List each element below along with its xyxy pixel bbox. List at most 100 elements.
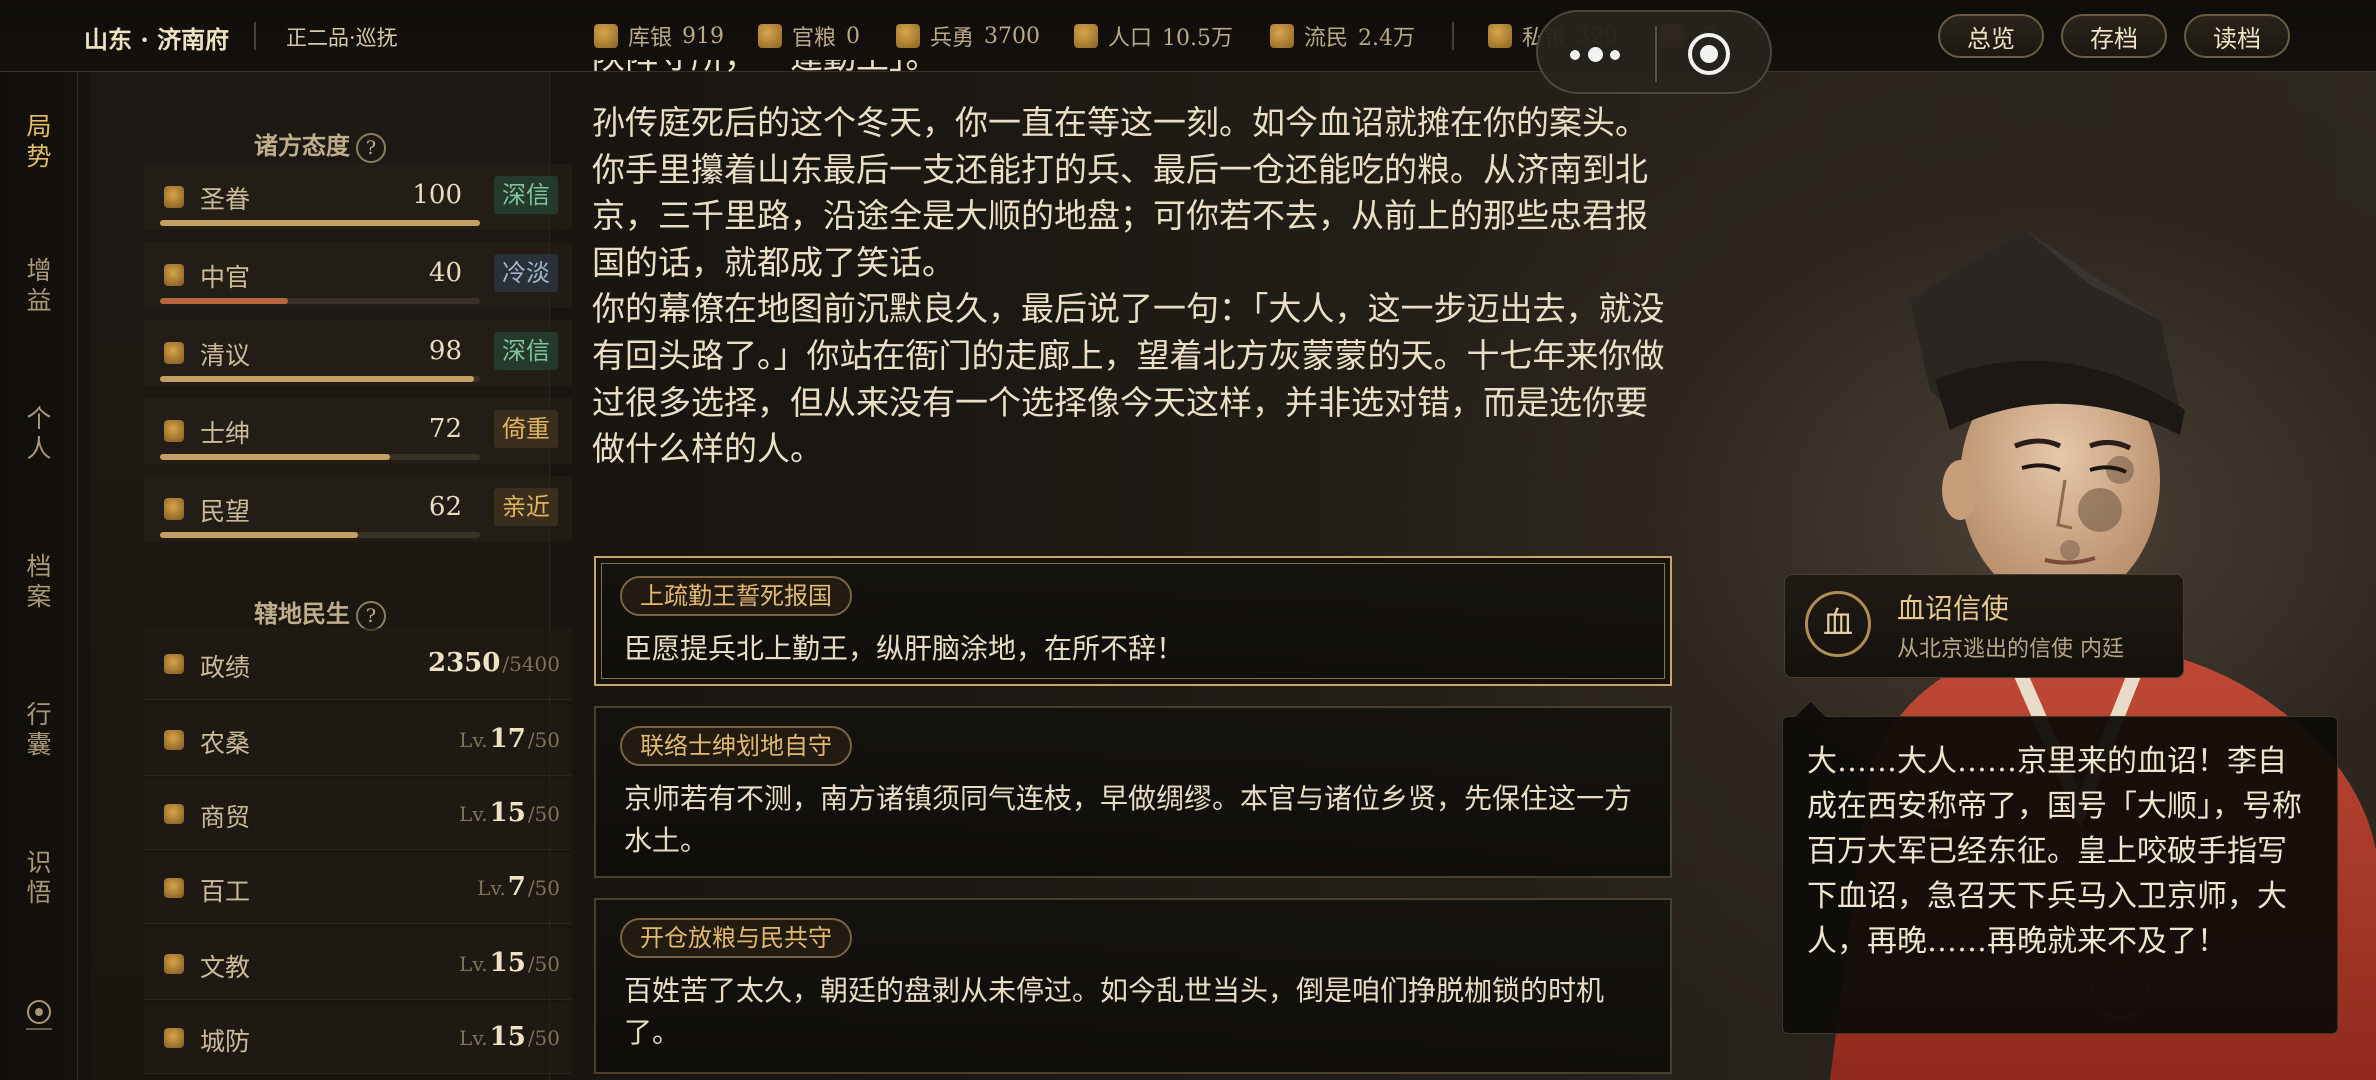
livelihood-name: 百工 xyxy=(200,877,251,906)
resource-silver[interactable]: 库银 919 xyxy=(594,21,724,51)
attitude-row[interactable]: 圣眷 100 深信 xyxy=(144,164,572,242)
livelihood-title: 辖地民生 xyxy=(254,599,350,628)
attitude-name: 民望 xyxy=(200,497,251,526)
level-prefix: Lv. xyxy=(459,952,488,976)
choice-card-2[interactable]: 联络士绅划地自守 京师若有不测，南方诸镇须同气连枝，早做绸缪。本官与诸位乡贤，先… xyxy=(594,706,1672,878)
attitude-row[interactable]: 民望 62 亲近 xyxy=(144,476,572,554)
save-button[interactable]: 存档 xyxy=(2061,14,2167,58)
faction-icon xyxy=(164,264,184,286)
divider xyxy=(254,22,256,50)
resource-soldiers[interactable]: 兵勇 3700 xyxy=(896,21,1040,51)
nav-label: 个人 xyxy=(26,404,52,463)
story-cut-text: 陕阵守所，一逢勤王」。 xyxy=(592,60,939,76)
nav-buffs[interactable]: 增益 xyxy=(0,256,78,316)
choice-card-3[interactable]: 开仓放粮与民共守 百姓苦了太久，朝廷的盘剥从未停过。如今乱世当头，倒是咱们挣脱枷… xyxy=(594,898,1672,1074)
resource-value: 10.5万 xyxy=(1162,26,1234,51)
level-max: /50 xyxy=(527,1026,560,1050)
resource-label: 官粮 xyxy=(792,26,837,51)
official-rank: 正二品·巡抚 xyxy=(286,26,398,50)
resource-refugees[interactable]: 流民 2.4万 xyxy=(1270,21,1415,51)
level-value: 15 xyxy=(489,1022,526,1052)
level-max: /5400 xyxy=(502,652,560,676)
livelihood-icon xyxy=(164,730,184,750)
livelihood-level: Lv.7/50 xyxy=(477,872,560,902)
livelihood-row[interactable]: 政绩 2350/5400 xyxy=(144,628,572,700)
livelihood-row[interactable]: 百工 Lv.7/50 xyxy=(144,852,572,924)
resource-label: 人口 xyxy=(1108,26,1153,51)
refugee-icon xyxy=(1270,24,1294,48)
silver-ingot-icon xyxy=(594,24,618,48)
attitude-status-badge: 深信 xyxy=(494,176,558,214)
livelihood-row[interactable]: 农桑 Lv.17/50 xyxy=(144,704,572,776)
attitude-value: 100 xyxy=(412,180,462,210)
faction-icon xyxy=(164,498,184,520)
nav-label: 档案 xyxy=(26,552,52,611)
level-prefix: Lv. xyxy=(459,802,488,826)
attitude-value: 98 xyxy=(428,336,462,366)
livelihood-row[interactable]: 商贸 Lv.15/50 xyxy=(144,778,572,850)
attitude-status-badge: 亲近 xyxy=(494,488,558,526)
attitude-value: 72 xyxy=(428,414,462,444)
nav-label: 增益 xyxy=(26,256,52,315)
load-button[interactable]: 读档 xyxy=(2184,14,2290,58)
attitude-name: 士绅 xyxy=(200,419,251,448)
livelihood-row[interactable]: 城防 Lv.15/50 xyxy=(144,1002,572,1074)
attitude-bar xyxy=(160,454,480,460)
choice-description: 百姓苦了太久，朝廷的盘剥从未停过。如今乱世当头，倒是咱们挣脱枷锁的时机了。 xyxy=(624,974,1605,1049)
overview-button[interactable]: 总览 xyxy=(1938,14,2044,58)
help-icon[interactable]: ? xyxy=(356,600,386,631)
close-target-icon[interactable] xyxy=(1688,33,1730,75)
choice-card-1[interactable]: 上疏勤王誓死报国 臣愿提兵北上勤王，纵肝脑涂地，在所不辞！ xyxy=(594,556,1672,686)
attitude-row[interactable]: 士绅 72 倚重 xyxy=(144,398,572,476)
attitude-row[interactable]: 清议 98 深信 xyxy=(144,320,572,398)
livelihood-level: 2350/5400 xyxy=(426,648,560,678)
faction-icon xyxy=(164,186,184,208)
level-prefix: Lv. xyxy=(459,1026,488,1050)
nav-situation[interactable]: 局势 xyxy=(0,112,78,172)
attitudes-title: 诸方态度 xyxy=(254,131,350,160)
resource-label: 流民 xyxy=(1304,26,1349,51)
npc-speech-bubble: 大……大人……京里来的血诏！李自成在西安称帝了，国号「大顺」，号称百万大军已经东… xyxy=(1782,716,2338,1034)
nav-inventory[interactable]: 行囊 xyxy=(0,700,78,760)
livelihood-name: 文教 xyxy=(200,953,251,982)
livelihood-name: 城防 xyxy=(200,1027,251,1056)
livelihood-icon xyxy=(164,804,184,824)
left-nav: 局势 增益 个人 档案 行囊 识悟 xyxy=(0,72,78,1080)
nav-divider xyxy=(26,1028,52,1030)
soldier-icon xyxy=(896,24,920,48)
story-paragraph: 你的幕僚在地图前沉默良久，最后说了一句：「大人，这一步迈出去，就没有回头路了。」… xyxy=(592,289,1665,469)
resource-population[interactable]: 人口 10.5万 xyxy=(1074,21,1233,51)
nav-archive[interactable]: 档案 xyxy=(0,552,78,612)
livelihood-icon xyxy=(164,1028,184,1048)
faction-icon xyxy=(164,342,184,364)
more-dot-icon[interactable] xyxy=(1570,50,1580,60)
level-max: /50 xyxy=(527,728,560,752)
livelihood-level: Lv.15/50 xyxy=(459,798,560,828)
more-dot-icon[interactable] xyxy=(1610,50,1620,60)
level-value: 2350 xyxy=(427,648,501,678)
attitude-status-badge: 冷淡 xyxy=(494,254,558,292)
attitude-value: 62 xyxy=(428,492,462,522)
livelihood-name: 政绩 xyxy=(200,653,251,682)
level-value: 7 xyxy=(507,872,526,902)
attitude-row[interactable]: 中官 40 冷淡 xyxy=(144,242,572,320)
livelihood-level: Lv.15/50 xyxy=(459,948,560,978)
choice-description: 臣愿提兵北上勤王，纵肝脑涂地，在所不辞！ xyxy=(624,632,1185,665)
nav-insight[interactable]: 识悟 xyxy=(0,848,78,908)
faction-icon xyxy=(164,420,184,442)
nav-personal[interactable]: 个人 xyxy=(0,404,78,464)
story-text: 孙传庭死后的这个冬天，你一直在等这一刻。如今血诏就摊在你的案头。你手里攥着山东最… xyxy=(592,100,1672,473)
settings-icon[interactable] xyxy=(27,1000,51,1024)
attitude-bar-fill xyxy=(160,298,288,304)
level-max: /50 xyxy=(527,876,560,900)
resource-grain[interactable]: 官粮 0 xyxy=(758,21,860,51)
level-value: 15 xyxy=(489,948,526,978)
livelihood-level: Lv.17/50 xyxy=(459,724,560,754)
livelihood-row[interactable]: 文教 Lv.15/50 xyxy=(144,928,572,1000)
location-title: 山东 · 济南府 xyxy=(84,25,230,54)
npc-name-card: 血 血诏信使 从北京逃出的信使 内廷 xyxy=(1784,574,2184,678)
livelihood-icon xyxy=(164,654,184,674)
attitude-name: 中官 xyxy=(200,263,251,292)
npc-speech-text: 大……大人……京里来的血诏！李自成在西安称帝了，国号「大顺」，号称百万大军已经东… xyxy=(1807,744,2302,959)
help-icon[interactable]: ? xyxy=(356,132,386,163)
